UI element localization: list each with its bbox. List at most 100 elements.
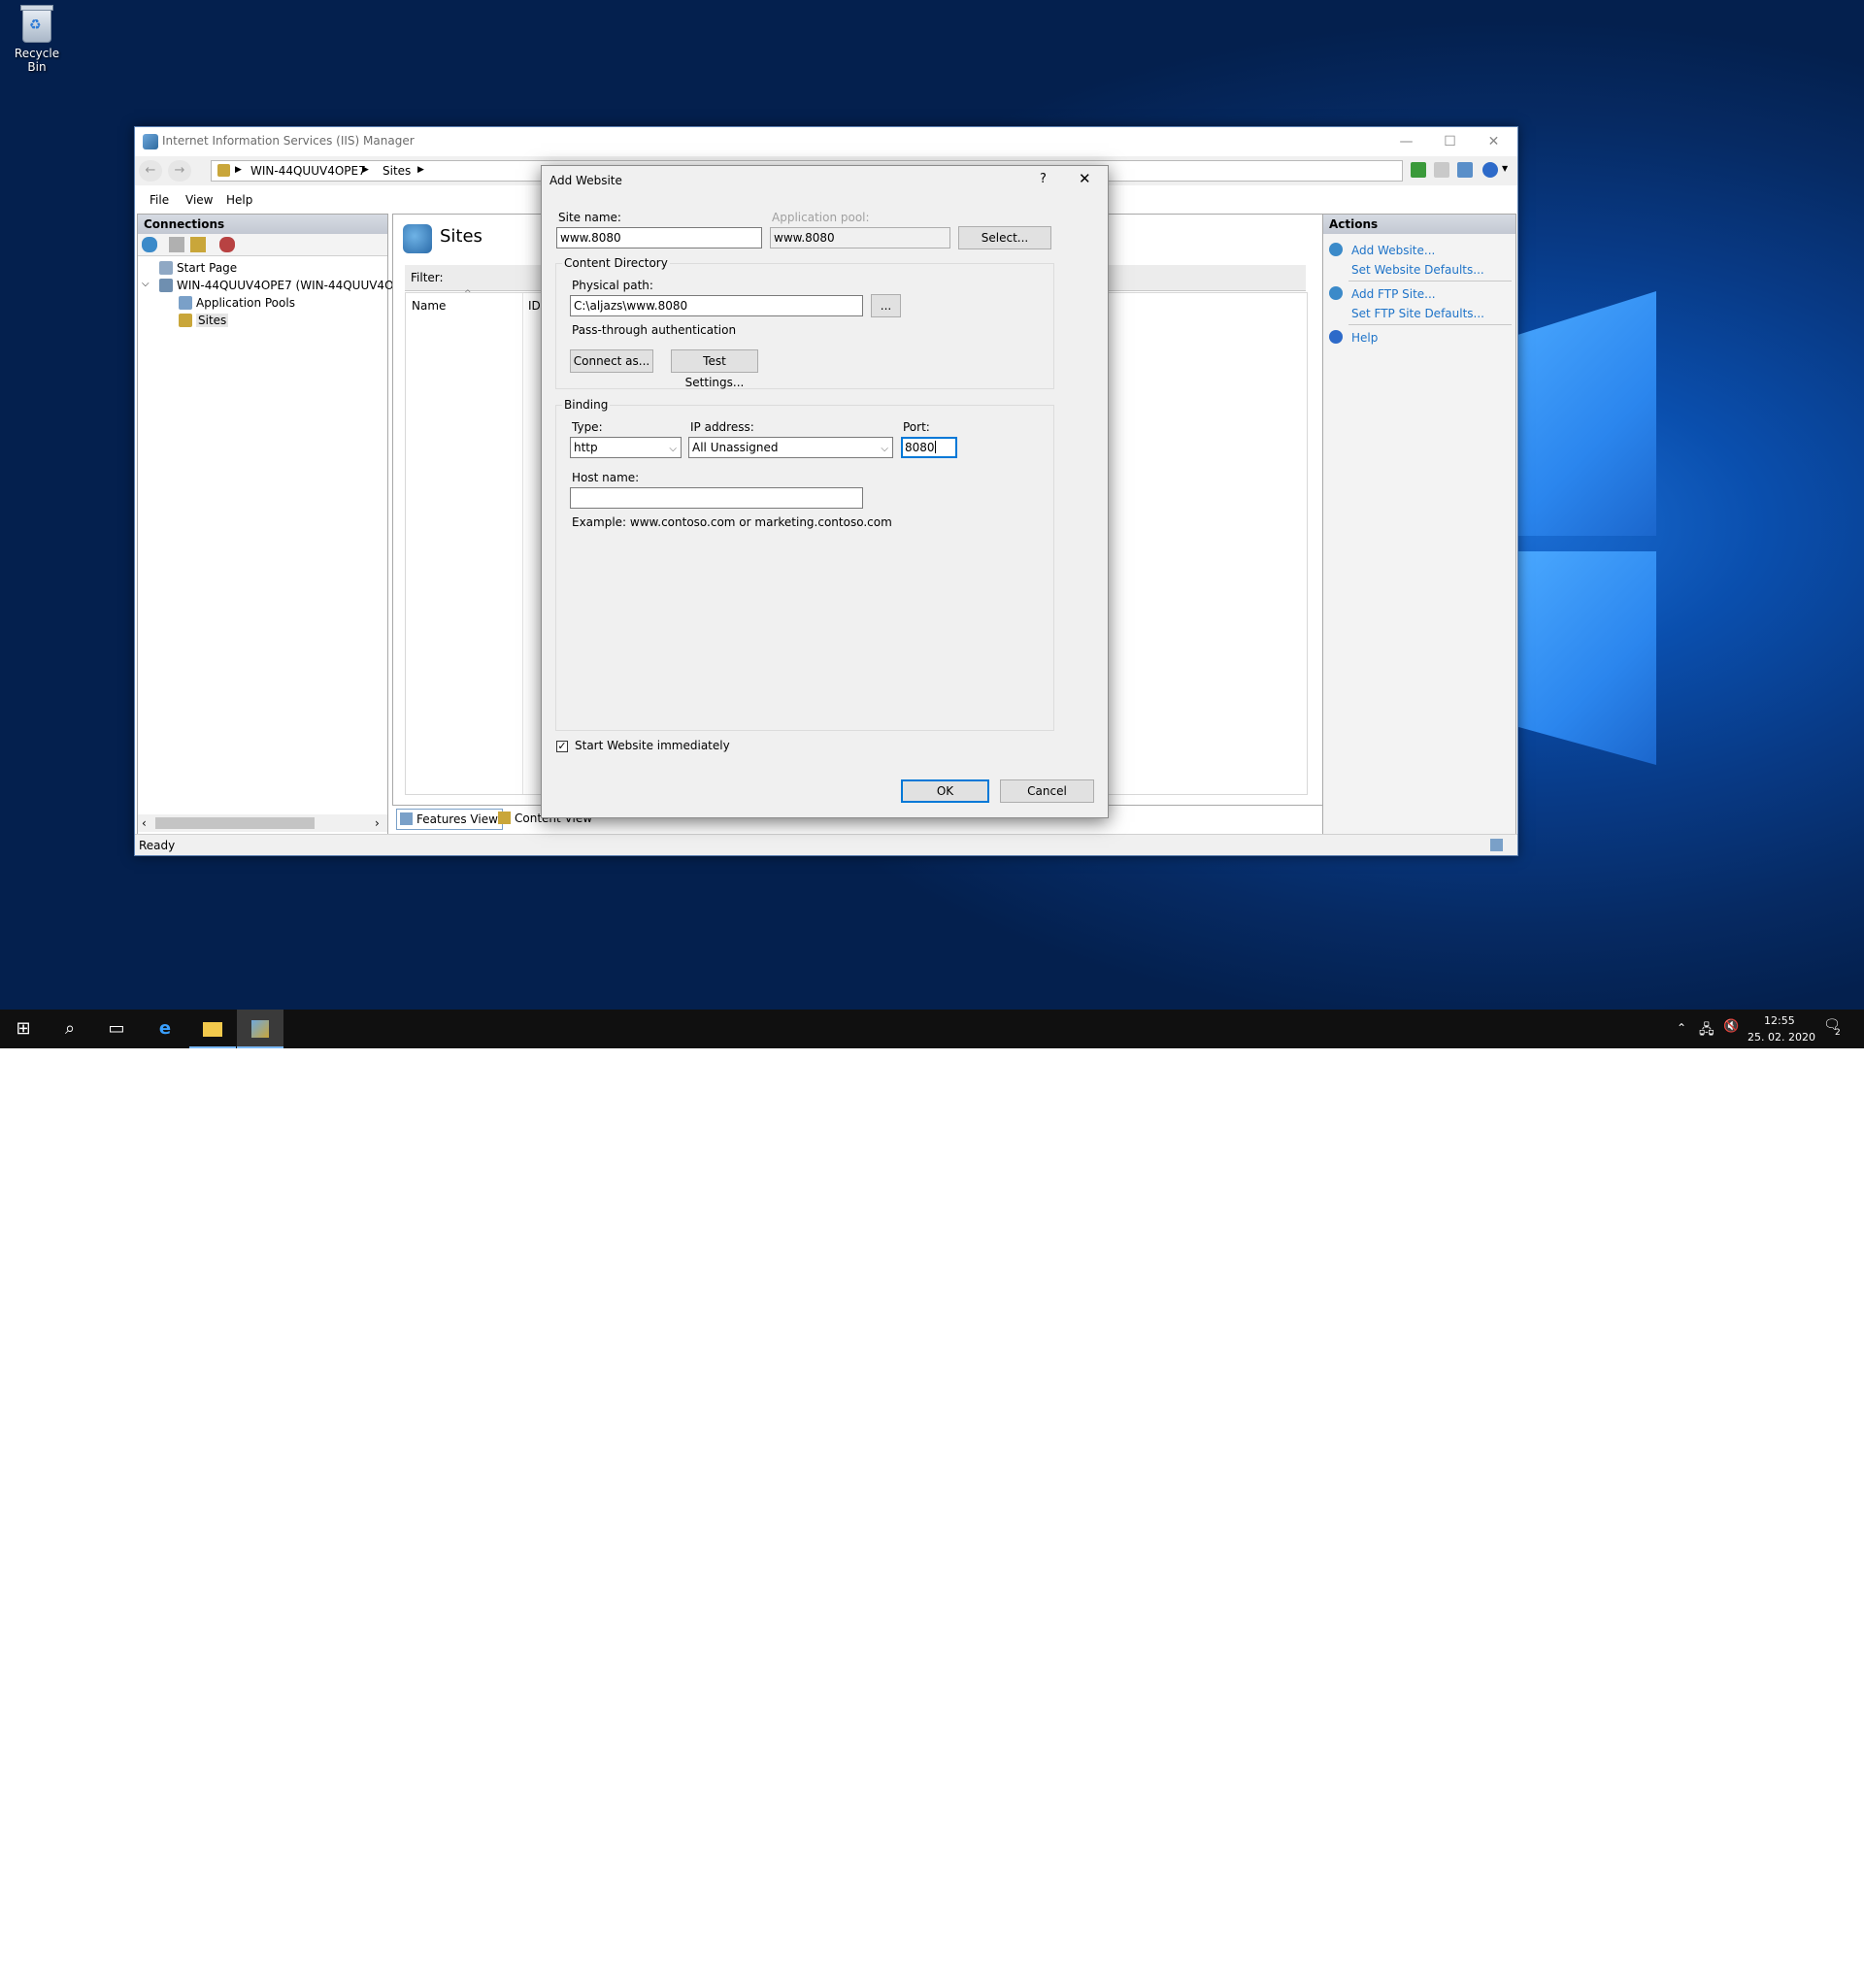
close-window-button[interactable]: ✕: [1472, 127, 1515, 156]
internet-explorer-icon[interactable]: e: [142, 1010, 188, 1048]
type-select-value: http: [574, 441, 598, 454]
breadcrumb-arrow-icon[interactable]: ▶: [417, 165, 424, 175]
maximize-button[interactable]: ☐: [1428, 127, 1472, 156]
recycle-bin[interactable]: ♻ Recycle Bin: [6, 5, 68, 74]
host-name-label: Host name:: [572, 471, 640, 484]
tree-application-pools[interactable]: Application Pools: [179, 296, 295, 310]
disconnect-icon[interactable]: [219, 237, 235, 252]
volume-muted-icon[interactable]: 🔇: [1723, 1019, 1739, 1034]
site-name-label: Site name:: [558, 211, 621, 224]
scroll-left-icon[interactable]: ‹: [142, 816, 147, 830]
set-ftp-site-defaults-link[interactable]: Set FTP Site Defaults...: [1351, 307, 1484, 320]
ip-address-select[interactable]: All Unassigned ⌵: [688, 437, 893, 458]
ip-address-select-value: All Unassigned: [692, 441, 779, 454]
select-app-pool-button[interactable]: Select...: [958, 226, 1051, 249]
content-view-icon: [498, 812, 511, 824]
iis-shape: [251, 1020, 269, 1038]
features-view-tab[interactable]: Features View: [396, 809, 503, 830]
file-explorer-icon[interactable]: [189, 1010, 236, 1048]
horizontal-scrollbar[interactable]: ‹ ›: [138, 814, 387, 832]
actions-divider: [1348, 324, 1512, 325]
site-name-input[interactable]: www.8080: [556, 227, 762, 248]
forward-button[interactable]: →: [168, 160, 191, 182]
actions-panel: Actions Add Website... Set Website Defau…: [1322, 214, 1516, 835]
connect-as-button[interactable]: Connect as...: [570, 349, 653, 373]
server-icon: [159, 279, 173, 292]
host-name-example: Example: www.contoso.com or marketing.co…: [572, 515, 892, 529]
back-button[interactable]: ←: [139, 160, 162, 182]
save-icon[interactable]: [169, 237, 184, 252]
blank-area: [0, 1048, 1864, 1988]
minimize-button[interactable]: —: [1384, 127, 1428, 156]
help-link[interactable]: Help: [1351, 331, 1378, 345]
dialog-close-button[interactable]: ✕: [1079, 170, 1091, 187]
add-website-icon: [1329, 243, 1343, 256]
title-bar: Internet Information Services (IIS) Mana…: [135, 127, 1517, 156]
connections-toolbar: [138, 234, 387, 256]
tree-sites[interactable]: Sites: [179, 314, 229, 327]
notification-count-badge: 2: [1835, 1028, 1841, 1038]
connect-icon[interactable]: [142, 237, 157, 252]
browse-path-button[interactable]: ...: [871, 294, 901, 317]
network-icon[interactable]: 🖧: [1699, 1019, 1714, 1043]
physical-path-label: Physical path:: [572, 279, 653, 292]
physical-path-input[interactable]: C:\aljazs\www.8080: [570, 295, 863, 316]
pass-through-auth-label: Pass-through authentication: [572, 323, 737, 337]
breadcrumb-sites[interactable]: Sites: [383, 164, 411, 178]
dialog-help-button[interactable]: ?: [1040, 172, 1047, 186]
test-settings-button[interactable]: Test Settings...: [671, 349, 758, 389]
column-name[interactable]: Name: [412, 299, 446, 313]
refresh-icon[interactable]: [1411, 162, 1426, 178]
clock-time[interactable]: 12:55: [1764, 1014, 1795, 1027]
content-directory-label: Content Directory: [562, 256, 670, 270]
connections-header: Connections: [138, 215, 387, 234]
iis-manager-taskbar-icon[interactable]: [237, 1010, 283, 1048]
clock-date[interactable]: 25. 02. 2020: [1748, 1031, 1815, 1044]
add-ftp-site-icon: [1329, 286, 1343, 300]
help-dropdown-icon[interactable]: ▼: [1502, 164, 1508, 173]
port-input-value: 8080: [905, 441, 935, 454]
type-select[interactable]: http ⌵: [570, 437, 682, 458]
scrollbar-thumb[interactable]: [155, 817, 315, 829]
menu-view[interactable]: View: [185, 193, 213, 207]
column-id[interactable]: ID: [528, 299, 541, 313]
add-ftp-site-link[interactable]: Add FTP Site...: [1351, 287, 1436, 301]
tree-expand-icon[interactable]: ⌵: [142, 279, 150, 289]
add-website-link[interactable]: Add Website...: [1351, 244, 1435, 257]
show-hidden-icons-icon[interactable]: ⌃: [1677, 1021, 1686, 1035]
set-website-defaults-link[interactable]: Set Website Defaults...: [1351, 263, 1484, 277]
cancel-button[interactable]: Cancel: [1000, 779, 1094, 803]
start-page-icon: [159, 261, 173, 275]
tree-start-page[interactable]: Start Page: [159, 261, 237, 275]
application-pool-label: Application pool:: [772, 211, 870, 224]
start-website-label[interactable]: Start Website immediately: [575, 739, 730, 752]
stop-icon[interactable]: [1434, 162, 1449, 178]
dialog-title: Add Website: [549, 174, 622, 187]
up-folder-icon[interactable]: [190, 237, 206, 252]
start-windows-icon[interactable]: ⊞: [0, 1010, 47, 1048]
recycle-bin-label: Recycle Bin: [14, 47, 60, 74]
windows-logo-pane-bottom: [1516, 551, 1656, 765]
task-view-icon[interactable]: ▭: [93, 1010, 140, 1048]
help-icon[interactable]: [1482, 162, 1498, 178]
status-text: Ready: [139, 839, 176, 852]
breadcrumb-arrow-icon[interactable]: ▶: [235, 165, 242, 175]
folder-shape: [203, 1021, 222, 1037]
menu-file[interactable]: File: [150, 193, 169, 207]
search-icon[interactable]: ⌕: [47, 1010, 93, 1048]
tree-server[interactable]: WIN-44QUUV4OPE7 (WIN-44QUUV4OPE: [159, 279, 408, 292]
connections-panel: Connections Start Page ⌵ WIN-44QUUV4OPE7…: [137, 214, 408, 835]
start-website-checkbox[interactable]: ✓: [556, 741, 568, 752]
sort-arrow-icon: ^: [464, 289, 472, 299]
binding-label: Binding: [562, 398, 611, 412]
host-name-input[interactable]: [570, 487, 863, 509]
scroll-right-icon[interactable]: ›: [375, 816, 380, 830]
application-pool-input: www.8080: [770, 227, 950, 248]
breadcrumb-arrow-icon[interactable]: ▶: [362, 165, 369, 175]
home-toolbar-icon[interactable]: [1457, 162, 1473, 178]
menu-help[interactable]: Help: [226, 193, 252, 207]
port-label: Port:: [903, 420, 930, 434]
breadcrumb-server[interactable]: WIN-44QUUV4OPE7: [250, 164, 366, 178]
port-input[interactable]: 8080: [901, 437, 957, 458]
ok-button[interactable]: OK: [901, 779, 989, 803]
